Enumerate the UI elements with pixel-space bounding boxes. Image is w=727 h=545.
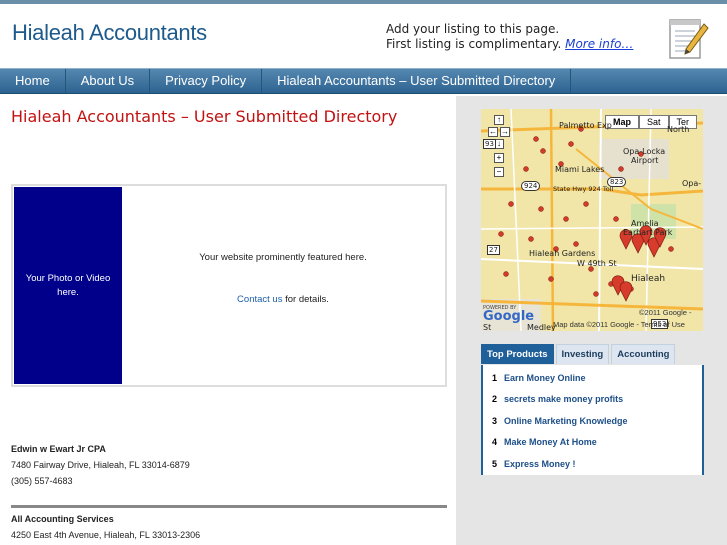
featured-listing-box: Your Photo or Video here. Your website p… bbox=[11, 184, 447, 387]
map-label: State Hwy 924 Toll bbox=[553, 185, 614, 193]
tab-investing[interactable]: Investing bbox=[555, 344, 610, 364]
product-link[interactable]: Earn Money Online bbox=[504, 373, 586, 383]
notepad-icon bbox=[669, 19, 709, 59]
products-list: 1 Earn Money Online 2 secrets make money p… bbox=[481, 365, 704, 475]
map-label: W 49th St bbox=[577, 259, 617, 268]
list-item[interactable]: 2 secrets make money profits bbox=[492, 394, 623, 404]
featured-text: Your website prominently featured here. bbox=[199, 252, 367, 263]
listing-name: All Accounting Services bbox=[11, 514, 114, 524]
map-label: Hialeah Gardens bbox=[529, 249, 596, 258]
listing-phone: (305) 557-4683 bbox=[11, 476, 73, 486]
list-item[interactable]: 3 Online Marketing Knowledge bbox=[492, 416, 628, 426]
zoom-out-icon[interactable]: − bbox=[494, 167, 504, 177]
map-label: Palmetto Exp bbox=[559, 121, 612, 130]
product-link[interactable]: Make Money At Home bbox=[504, 437, 597, 447]
site-title[interactable]: Hialeah Accountants bbox=[12, 20, 207, 46]
listing-name: Edwin w Ewart Jr CPA bbox=[11, 444, 106, 454]
map-label: Medley bbox=[527, 323, 556, 331]
map-label: Opa- bbox=[682, 179, 702, 188]
main-nav: Home About Us Privacy Policy Hialeah Acc… bbox=[0, 68, 727, 94]
product-link[interactable]: Express Money ! bbox=[504, 459, 576, 469]
product-tabs: Top Products Investing Accounting bbox=[481, 344, 677, 364]
nav-about-us[interactable]: About Us bbox=[66, 69, 151, 93]
promo-line-1: Add your listing to this page. bbox=[386, 22, 560, 36]
map-label: North bbox=[667, 125, 690, 134]
listing-promo: Add your listing to this page. First lis… bbox=[386, 22, 633, 52]
promo-line-2: First listing is complimentary. bbox=[386, 37, 562, 51]
listing-item: All Accounting Services 4250 East 4th Av… bbox=[11, 511, 200, 543]
contact-suffix: for details. bbox=[282, 294, 329, 305]
list-item[interactable]: 4 Make Money At Home bbox=[492, 437, 597, 447]
listing-divider bbox=[11, 505, 447, 508]
more-info-link[interactable]: More info… bbox=[565, 37, 633, 51]
list-item[interactable]: 5 Express Money ! bbox=[492, 459, 576, 469]
photo-placeholder: Your Photo or Video here. bbox=[14, 187, 122, 384]
product-link[interactable]: Online Marketing Knowledge bbox=[504, 416, 628, 426]
route-shield: 27 bbox=[487, 245, 500, 255]
list-item[interactable]: 1 Earn Money Online bbox=[492, 373, 586, 383]
map-roads bbox=[481, 109, 703, 331]
map-label: Miami Lakes bbox=[555, 165, 605, 174]
tab-top-products[interactable]: Top Products bbox=[481, 344, 554, 364]
site-header: Hialeah Accountants Add your listing to … bbox=[0, 0, 727, 68]
product-link[interactable]: secrets make money profits bbox=[504, 394, 623, 404]
pan-left-icon[interactable]: ← bbox=[488, 127, 498, 137]
map-label: St bbox=[483, 323, 492, 331]
route-shield: 823 bbox=[607, 177, 627, 187]
google-map[interactable]: ↑ ← → ↓ + − Map Sat Ter Palmetto Exp Nor… bbox=[481, 109, 703, 331]
pan-up-icon[interactable]: ↑ bbox=[494, 115, 504, 125]
map-data-credit[interactable]: Map data ©2011 Google - Terms of Use bbox=[553, 320, 685, 329]
nav-home[interactable]: Home bbox=[0, 69, 66, 93]
map-label: Amelia bbox=[631, 219, 659, 228]
listing-item: Edwin w Ewart Jr CPA 7480 Fairway Drive,… bbox=[11, 441, 190, 489]
page-title: Hialeah Accountants – User Submitted Dir… bbox=[11, 107, 398, 126]
contact-us-link[interactable]: Contact us bbox=[237, 294, 282, 305]
listing-address: 4250 East 4th Avenue, Hialeah, FL 33013-… bbox=[11, 530, 201, 540]
map-label: Airport bbox=[631, 156, 659, 165]
route-shield: 924 bbox=[521, 181, 541, 191]
pan-right-icon[interactable]: → bbox=[500, 127, 510, 137]
contact-line: Contact us for details. bbox=[143, 294, 423, 305]
nav-privacy-policy[interactable]: Privacy Policy bbox=[150, 69, 263, 93]
main-content: Hialeah Accountants – User Submitted Dir… bbox=[0, 96, 456, 545]
map-label: Hialeah bbox=[631, 274, 666, 284]
google-logo[interactable]: Google bbox=[483, 309, 534, 324]
map-label: Earhart Park bbox=[623, 228, 673, 237]
tab-accounting[interactable]: Accounting bbox=[611, 344, 676, 364]
map-type-sat[interactable]: Sat bbox=[639, 115, 669, 129]
map-label: Opa-Locka bbox=[623, 147, 666, 156]
listing-address: 7480 Fairway Drive, Hialeah, FL 33014-68… bbox=[11, 460, 190, 470]
nav-directory[interactable]: Hialeah Accountants – User Submitted Dir… bbox=[262, 69, 572, 93]
zoom-in-icon[interactable]: + bbox=[494, 153, 504, 163]
route-shield: 93 bbox=[483, 139, 496, 149]
sidebar: ↑ ← → ↓ + − Map Sat Ter Palmetto Exp Nor… bbox=[456, 96, 727, 545]
map-copyright: ©2011 Google - bbox=[639, 308, 692, 317]
